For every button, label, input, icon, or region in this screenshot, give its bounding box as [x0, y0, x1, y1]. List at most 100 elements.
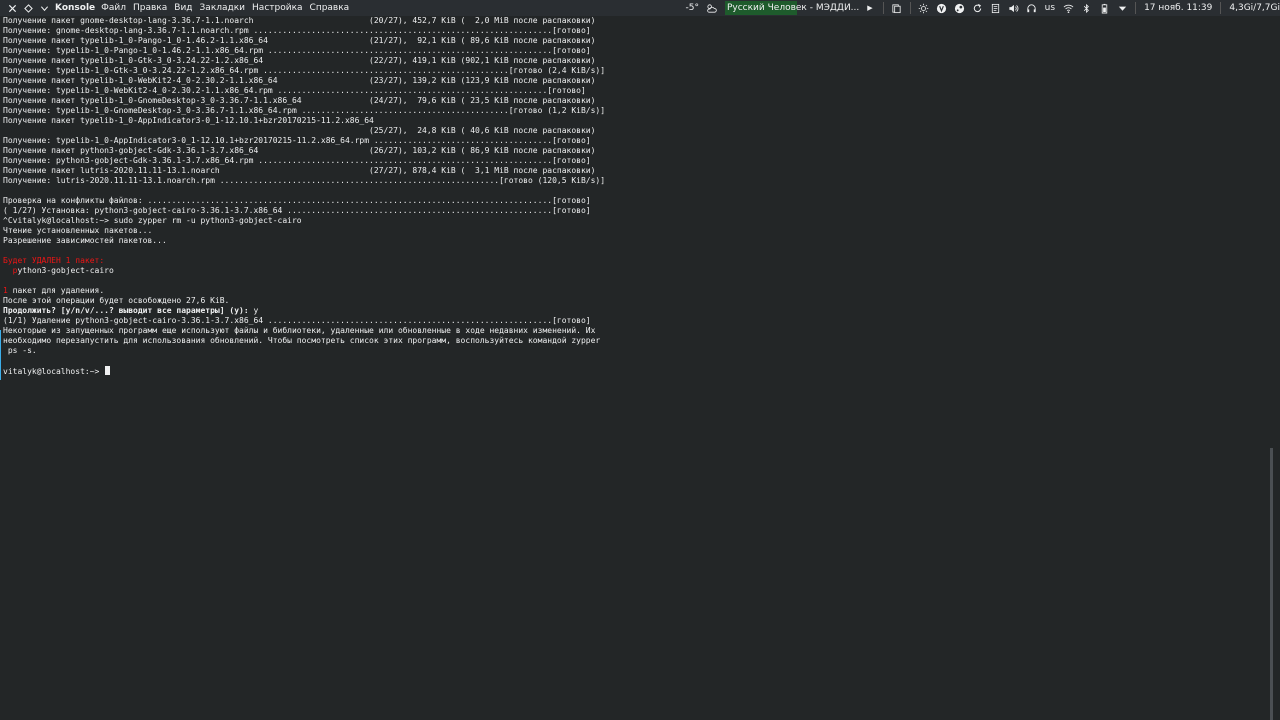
terminal-text: Получение: typelib-1_0-GnomeDesktop-3_0-… [3, 106, 606, 115]
terminal-line: Получение: typelib-1_0-Gtk-3_0-3.24.22-1… [3, 66, 1265, 76]
terminal-text: vitalyk@localhost:~> [3, 367, 105, 376]
terminal-text: (1/1) Удаление python3-gobject-cairo-3.3… [3, 316, 591, 325]
terminal-line: ps -s. [3, 346, 1265, 356]
terminal-scrollbar[interactable] [1270, 448, 1273, 720]
terminal-text: Получение: lutris-2020.11.11-13.1.noarch… [3, 176, 606, 185]
memory-monitor[interactable]: 4,3Gi/7,7Gi [1229, 0, 1280, 16]
terminal-line: Получение: gnome-desktop-lang-3.36.7-1.1… [3, 26, 1265, 36]
terminal-line: Разрешение зависимостей пакетов... [3, 236, 1265, 246]
terminal-text: После этой операции будет освобождено 27… [3, 296, 230, 305]
system-tray: -5° Русский Человек - МЭДДИ... ▶ us 17 н… [681, 0, 1280, 16]
app-name: Konsole [55, 3, 96, 13]
terminal-line: (25/27), 24,8 KiB ( 40,6 KiB после распа… [3, 126, 1265, 136]
bluetooth-icon[interactable] [1077, 3, 1095, 14]
terminal-text: Получение пакет typelib-1_0-AppIndicator… [3, 116, 374, 125]
battery-icon[interactable] [1095, 3, 1113, 14]
terminal-line: Получение пакет gnome-desktop-lang-3.36.… [3, 16, 1265, 26]
terminal-line: Получение: python3-gobject-Gdk-3.36.1-3.… [3, 156, 1265, 166]
weather-temperature[interactable]: -5° [685, 0, 698, 16]
terminal-text: Получение пакет gnome-desktop-lang-3.36.… [3, 16, 596, 25]
menu-edit[interactable]: Правка [133, 0, 167, 16]
terminal-text: Проверка на конфликты файлов: ..........… [3, 196, 591, 205]
terminal-text: ps -s. [3, 346, 37, 355]
terminal-line: (1/1) Удаление python3-gobject-cairo-3.3… [3, 316, 1265, 326]
menu-view[interactable]: Вид [174, 0, 192, 16]
tray-expand-icon[interactable] [1113, 3, 1131, 14]
volume-icon[interactable] [1005, 3, 1023, 14]
terminal-line: Получение: typelib-1_0-Pango-1_0-1.46.2-… [3, 46, 1265, 56]
keep-above-icon[interactable] [20, 3, 36, 13]
terminal-line: ( 1/27) Установка: python3-gobject-cairo… [3, 206, 1265, 216]
terminal-line: ^Cvitalyk@localhost:~> sudo zypper rm -u… [3, 216, 1265, 226]
terminal-text: Получение пакет typelib-1_0-WebKit2-4_0-… [3, 76, 596, 85]
tray-separator [1135, 2, 1137, 14]
tray-separator [1220, 2, 1222, 14]
tray-separator [909, 2, 911, 14]
refresh-icon[interactable] [969, 3, 987, 14]
terminal-text: Получение пакет typelib-1_0-Gtk-3_0-3.24… [3, 56, 596, 65]
vpn-icon[interactable] [933, 3, 951, 14]
terminal-text: y [253, 306, 259, 315]
steam-icon[interactable] [951, 3, 969, 14]
top-panel: Konsole Файл Правка Вид Закладки Настрой… [0, 0, 1280, 16]
tray-separator [882, 2, 884, 14]
notes-icon[interactable] [987, 3, 1005, 14]
clock[interactable]: 17 нояб. 11:39 [1144, 0, 1212, 16]
weather-cloud-sun-icon[interactable] [703, 3, 721, 14]
terminal-text: Некоторые из запущенных программ еще исп… [3, 326, 596, 335]
wifi-icon[interactable] [1059, 3, 1077, 14]
headset-icon[interactable] [1023, 3, 1041, 14]
terminal-line: python3-gobject-cairo [3, 266, 1265, 276]
terminal-text: Получение: python3-gobject-Gdk-3.36.1-3.… [3, 156, 591, 165]
terminal-line: Получение пакет python3-gobject-Gdk-3.36… [3, 146, 1265, 156]
play-icon[interactable]: ▶ [867, 0, 872, 16]
terminal-text: Получение: typelib-1_0-Pango-1_0-1.46.2-… [3, 46, 591, 55]
keyboard-layout[interactable]: us [1045, 0, 1055, 16]
terminal-line: Получение: typelib-1_0-AppIndicator3-0_1… [3, 136, 1265, 146]
terminal-text: Чтение установленных пакетов... [3, 226, 153, 235]
terminal-line: Получение пакет typelib-1_0-Gtk-3_0-3.24… [3, 56, 1265, 66]
terminal-line: Получение пакет typelib-1_0-GnomeDesktop… [3, 96, 1265, 106]
terminal-line: Получение пакет typelib-1_0-WebKit2-4_0-… [3, 76, 1265, 86]
active-marker [0, 330, 1, 380]
system-update-icon[interactable] [915, 3, 933, 14]
terminal-line: Некоторые из запущенных программ еще исп… [3, 326, 1265, 336]
terminal-output[interactable]: Получение пакет gnome-desktop-lang-3.36.… [3, 16, 1265, 720]
terminal-text: ( 1/27) Установка: python3-gobject-cairo… [3, 206, 591, 215]
menu-help[interactable]: Справка [310, 0, 350, 16]
close-icon[interactable] [4, 4, 20, 13]
menu-settings[interactable]: Настройка [252, 0, 303, 16]
menu-file[interactable]: Файл [101, 0, 126, 16]
terminal-text: Получение: typelib-1_0-Gtk-3_0-3.24.22-1… [3, 66, 606, 75]
terminal-text: Получение пакет python3-gobject-Gdk-3.36… [3, 146, 596, 155]
terminal-cursor [105, 366, 111, 375]
terminal-line: Будет УДАЛЕН 1 пакет: [3, 256, 1265, 266]
chevron-down-icon[interactable] [36, 4, 52, 13]
terminal-line: Проверка на конфликты файлов: ..........… [3, 196, 1265, 206]
terminal-text: Разрешение зависимостей пакетов... [3, 236, 167, 245]
media-title: Русский Человек - МЭДДИ... [726, 3, 860, 13]
media-player-widget[interactable]: Русский Человек - МЭДДИ... ▶ [724, 0, 875, 16]
terminal-line: Получение: lutris-2020.11.11-13.1.noarch… [3, 176, 1265, 186]
terminal-line: Получение: typelib-1_0-WebKit2-4_0-2.30.… [3, 86, 1265, 96]
terminal-line: Получение пакет typelib-1_0-AppIndicator… [3, 116, 1265, 126]
terminal-text: пакет для удаления. [7, 286, 105, 295]
terminal-text: (25/27), 24,8 KiB ( 40,6 KiB после распа… [3, 126, 596, 135]
window-menubar: Konsole Файл Правка Вид Закладки Настрой… [0, 0, 356, 16]
terminal-text: Продолжить? [y/n/v/...? выводит все пара… [3, 306, 254, 315]
terminal-text: Получение: typelib-1_0-WebKit2-4_0-2.30.… [3, 86, 586, 95]
terminal-line: Получение пакет typelib-1_0-Pango-1_0-1.… [3, 36, 1265, 46]
terminal-line: Получение: typelib-1_0-GnomeDesktop-3_0-… [3, 106, 1265, 116]
terminal-line: необходимо перезапустить для использован… [3, 336, 1265, 346]
terminal-text: ^Cvitalyk@localhost:~> sudo zypper rm -u… [3, 216, 302, 225]
menu-bookmarks[interactable]: Закладки [200, 0, 246, 16]
terminal-text: Получение пакет typelib-1_0-GnomeDesktop… [3, 96, 596, 105]
terminal-text: Будет УДАЛЕН 1 пакет: [3, 256, 105, 265]
terminal-text: Получение пакет lutris-2020.11.11-13.1.n… [3, 166, 596, 175]
terminal-line: После этой операции будет освобождено 27… [3, 296, 1265, 306]
clipboard-icon[interactable] [888, 3, 906, 14]
